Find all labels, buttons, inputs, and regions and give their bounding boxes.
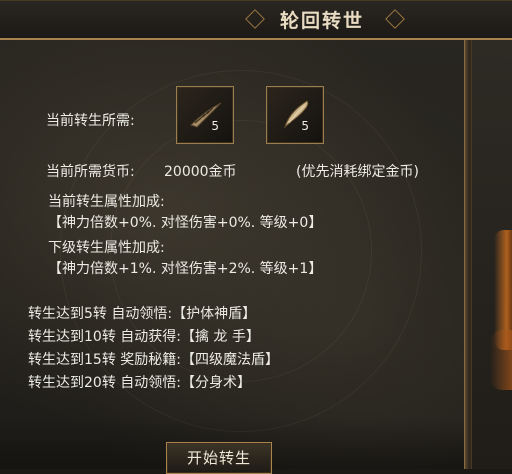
fang-icon bbox=[283, 100, 309, 129]
item-count: 5 bbox=[301, 119, 309, 133]
side-decoration bbox=[490, 330, 512, 390]
reward-line: 转生达到20转 自动领悟:【分身术】 bbox=[28, 375, 251, 391]
current-bonus-label: 当前转生属性加成: bbox=[48, 194, 165, 210]
title-bar: 轮回转世 bbox=[0, 0, 512, 40]
next-bonus-label: 下级转生属性加成: bbox=[48, 240, 165, 256]
title-ornament-right-icon bbox=[385, 9, 405, 29]
reward-line: 转生达到5转 自动领悟:【护体神盾】 bbox=[28, 306, 257, 322]
required-item-slot[interactable]: 5 bbox=[266, 86, 324, 144]
bone-claw-icon bbox=[190, 102, 222, 128]
next-bonus-value: 【神力倍数+1%. 对怪伤害+2%. 等级+1】 bbox=[48, 261, 323, 277]
reward-line: 转生达到10转 自动获得:【擒 龙 手】 bbox=[28, 329, 260, 345]
reward-line: 转生达到15转 奖励秘籍:【四级魔法盾】 bbox=[28, 352, 279, 368]
item-count: 5 bbox=[211, 119, 219, 133]
currency-note: (优先消耗绑定金币) bbox=[296, 164, 419, 180]
currency-amount: 20000金币 bbox=[164, 164, 237, 180]
currency-label: 当前所需货币: bbox=[46, 164, 135, 180]
start-rebirth-button[interactable]: 开始转生 bbox=[166, 442, 272, 474]
required-item-slot[interactable]: 5 bbox=[176, 86, 234, 144]
current-bonus-value: 【神力倍数+0%. 对怪伤害+0%. 等级+0】 bbox=[48, 215, 323, 231]
window-title: 轮回转世 bbox=[279, 10, 364, 32]
requirement-label: 当前转生所需: bbox=[46, 113, 135, 129]
